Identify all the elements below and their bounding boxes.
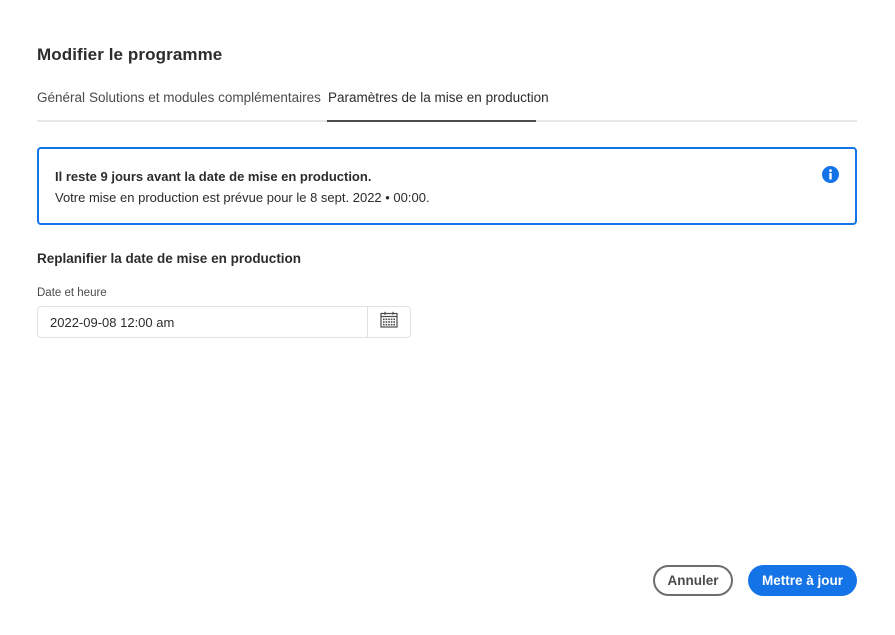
selected-tab-indicator [327, 120, 536, 122]
tab-solutions-addons[interactable]: Solutions et modules complémentaires [89, 90, 321, 105]
info-banner: Il reste 9 jours avant la date de mise e… [37, 147, 857, 225]
banner-text: Votre mise en production est prévue pour… [55, 190, 430, 205]
banner-heading: Il reste 9 jours avant la date de mise e… [55, 169, 372, 184]
date-time-input[interactable] [37, 306, 368, 338]
cancel-button[interactable]: Annuler [653, 565, 733, 596]
calendar-button[interactable] [367, 306, 411, 338]
update-button[interactable]: Mettre à jour [748, 565, 857, 596]
date-time-label: Date et heure [37, 287, 107, 299]
tab-production-settings[interactable]: Paramètres de la mise en production [328, 90, 549, 105]
tab-bar: Général Solutions et modules complémenta… [37, 86, 857, 122]
tab-general[interactable]: Général [37, 90, 85, 105]
info-icon [822, 166, 839, 183]
dialog-title: Modifier le programme [37, 45, 223, 64]
calendar-icon [380, 311, 398, 333]
edit-program-dialog: Modifier le programme Général Solutions … [0, 0, 895, 635]
reschedule-heading: Replanifier la date de mise en productio… [37, 251, 302, 266]
